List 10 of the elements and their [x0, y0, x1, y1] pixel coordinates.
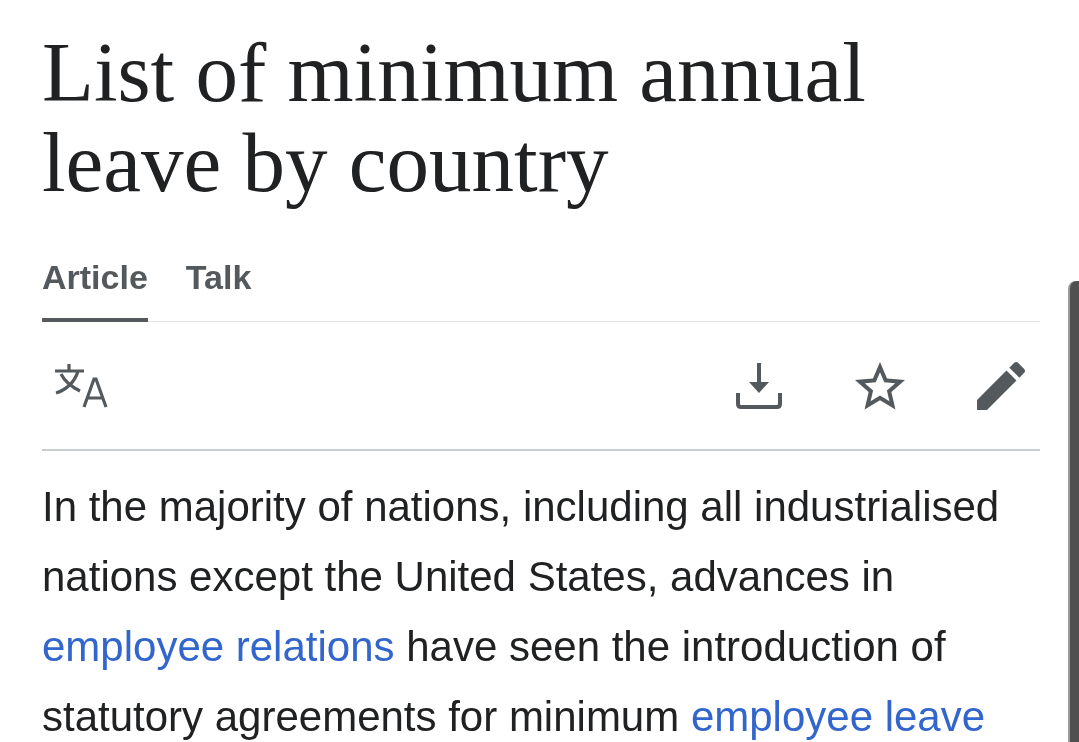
- download-icon[interactable]: [735, 361, 783, 410]
- page-title: List of minimum annual leave by country: [42, 24, 867, 207]
- pencil-icon[interactable]: [977, 361, 1025, 410]
- tab[interactable]: Talk: [185, 257, 252, 322]
- translate-icon[interactable]: [54, 363, 108, 408]
- tab[interactable]: Article: [42, 257, 148, 322]
- star-icon[interactable]: [855, 361, 905, 410]
- article-link[interactable]: employee relations: [42, 623, 395, 670]
- article-link[interactable]: employee leave: [690, 693, 986, 740]
- article-paragraph: In the majority of nations, including all industrialised nations except the United States, advances in employee relations have seen the introduction of statutory agreements for minimum employee leave: [42, 482, 1001, 741]
